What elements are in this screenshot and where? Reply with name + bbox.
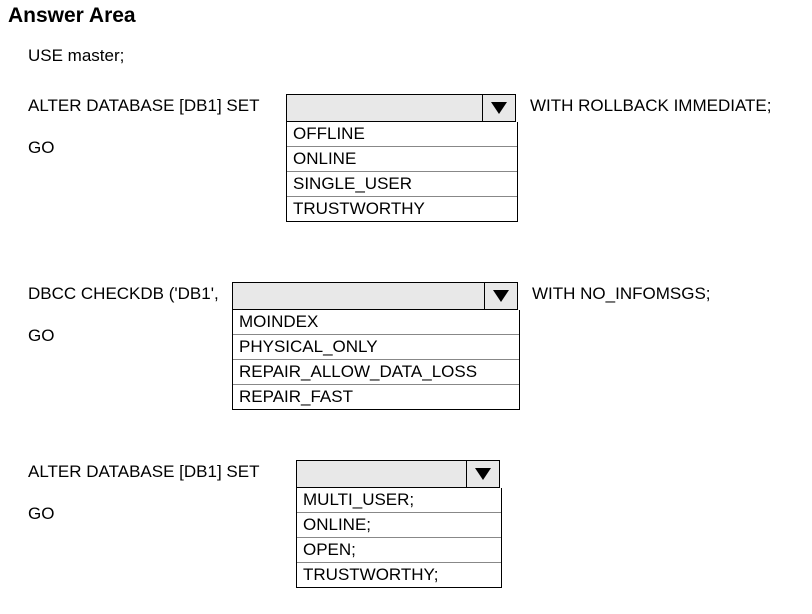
dropdown-option[interactable]: TRUSTWORTHY; bbox=[297, 563, 501, 587]
chevron-down-icon bbox=[491, 102, 507, 114]
dropdown-3-arrow[interactable] bbox=[466, 461, 499, 487]
use-statement: USE master; bbox=[28, 46, 804, 66]
dropdown-2-arrow[interactable] bbox=[484, 283, 517, 309]
dropdown-2-field[interactable] bbox=[233, 283, 484, 309]
alter-db-prefix-2: ALTER DATABASE [DB1] SET bbox=[28, 460, 296, 482]
dropdown-option[interactable]: OPEN; bbox=[297, 538, 501, 563]
dropdown-option[interactable]: REPAIR_FAST bbox=[233, 385, 519, 409]
dropdown-option[interactable]: SINGLE_USER bbox=[287, 172, 517, 197]
alter-db-prefix-1: ALTER DATABASE [DB1] SET bbox=[28, 94, 286, 116]
dbcc-prefix: DBCC CHECKDB ('DB1', bbox=[28, 282, 232, 304]
alter-db-set-block-1: ALTER DATABASE [DB1] SET OFFLINE ONLINE … bbox=[28, 94, 804, 254]
dropdown-3-field[interactable] bbox=[297, 461, 466, 487]
dropdown-2[interactable]: MOINDEX PHYSICAL_ONLY REPAIR_ALLOW_DATA_… bbox=[232, 282, 518, 410]
dropdown-option[interactable]: ONLINE bbox=[287, 147, 517, 172]
dropdown-1-field[interactable] bbox=[287, 95, 482, 121]
dbcc-checkdb-block: DBCC CHECKDB ('DB1', MOINDEX PHYSICAL_ON… bbox=[28, 282, 804, 432]
dropdown-option[interactable]: OFFLINE bbox=[287, 122, 517, 147]
dropdown-option[interactable]: MULTI_USER; bbox=[297, 488, 501, 513]
alter-db-suffix-1: WITH ROLLBACK IMMEDIATE; bbox=[516, 94, 772, 116]
dropdown-1-options: OFFLINE ONLINE SINGLE_USER TRUSTWORTHY bbox=[286, 122, 518, 222]
dropdown-3-options: MULTI_USER; ONLINE; OPEN; TRUSTWORTHY; bbox=[296, 488, 502, 588]
chevron-down-icon bbox=[493, 290, 509, 302]
chevron-down-icon bbox=[475, 468, 491, 480]
dropdown-option[interactable]: MOINDEX bbox=[233, 310, 519, 335]
dropdown-option[interactable]: TRUSTWORTHY bbox=[287, 197, 517, 221]
dropdown-option[interactable]: PHYSICAL_ONLY bbox=[233, 335, 519, 360]
dropdown-option[interactable]: REPAIR_ALLOW_DATA_LOSS bbox=[233, 360, 519, 385]
dropdown-1[interactable]: OFFLINE ONLINE SINGLE_USER TRUSTWORTHY bbox=[286, 94, 516, 222]
dropdown-1-arrow[interactable] bbox=[482, 95, 515, 121]
use-line: USE master; bbox=[28, 44, 124, 65]
dropdown-option[interactable]: ONLINE; bbox=[297, 513, 501, 538]
dbcc-suffix: WITH NO_INFOMSGS; bbox=[518, 282, 711, 304]
dropdown-2-options: MOINDEX PHYSICAL_ONLY REPAIR_ALLOW_DATA_… bbox=[232, 310, 520, 410]
page-title: Answer Area bbox=[8, 4, 804, 28]
dropdown-3[interactable]: MULTI_USER; ONLINE; OPEN; TRUSTWORTHY; bbox=[296, 460, 500, 588]
alter-db-set-block-2: ALTER DATABASE [DB1] SET MULTI_USER; ONL… bbox=[28, 460, 804, 610]
